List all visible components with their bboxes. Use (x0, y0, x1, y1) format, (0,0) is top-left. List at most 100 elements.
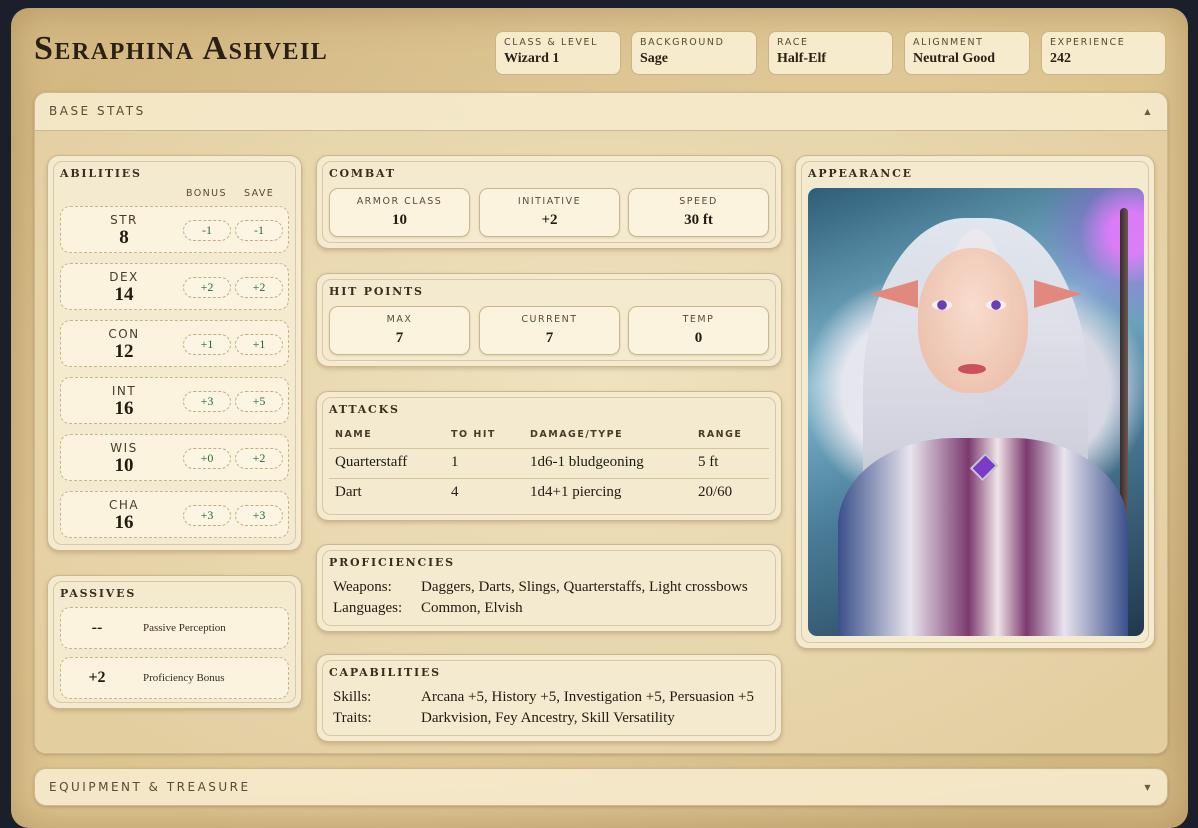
combat-title: Combat (329, 167, 396, 180)
equipment-header[interactable]: EQUIPMENT & TREASURE ▼ (35, 769, 1167, 805)
meta-race: Race Half-Elf (768, 31, 893, 75)
ability-score[interactable]: 14 (61, 284, 187, 306)
languages-value: Common, Elvish (421, 600, 523, 616)
ability-bonus: +1 (183, 334, 231, 355)
attacks-header-name: NAME (335, 429, 373, 440)
stat-value[interactable]: 0 (629, 330, 768, 347)
base-stats-section: BASE STATS ▲ Abilities BONUS SAVE STR 8 … (34, 92, 1168, 754)
ability-row-int: INT 16 +3 +5 (60, 377, 289, 424)
weapons-value: Daggers, Darts, Slings, Quarterstaffs, L… (421, 579, 748, 595)
stat-value[interactable]: 7 (480, 330, 619, 347)
appearance-title: Appearance (808, 167, 913, 180)
base-stats-header[interactable]: BASE STATS ▲ (35, 93, 1167, 129)
save-header: SAVE (244, 188, 275, 199)
ability-score[interactable]: 16 (61, 398, 187, 420)
portrait-right-eye (986, 300, 1006, 310)
attack-to-hit: 1 (451, 454, 459, 470)
ability-save: +2 (235, 277, 283, 298)
equipment-section[interactable]: EQUIPMENT & TREASURE ▼ (34, 768, 1168, 806)
ability-row-dex: DEX 14 +2 +2 (60, 263, 289, 310)
skills-value: Arcana +5, History +5, Investigation +5,… (421, 689, 754, 705)
stat-value: +2 (541, 212, 558, 228)
stat-value: 30 ft (684, 212, 713, 228)
hp-temp-box[interactable]: TEMP 0 (628, 306, 769, 355)
ability-score[interactable]: 12 (61, 341, 187, 363)
stat-label: TEMP (682, 314, 715, 325)
attacks-header-to-hit: TO HIT (451, 429, 496, 440)
attacks-card: Attacks NAME TO HIT DAMAGE/TYPE RANGE Qu… (316, 391, 782, 521)
portrait-lips (958, 364, 986, 374)
ability-row-cha: CHA 16 +3 +3 (60, 491, 289, 538)
combat-card: Combat ARMOR CLASS 10 INITIATIVE +2 SPEE… (316, 155, 782, 249)
proficiency-bonus-row: +2 Proficiency Bonus (60, 657, 289, 699)
meta-value: 242 (1050, 51, 1071, 66)
meta-experience: Experience 242 (1041, 31, 1166, 75)
ability-bonus: +0 (183, 448, 231, 469)
attack-damage: 1d4+1 piercing (530, 484, 622, 500)
section-title: EQUIPMENT & TREASURE (49, 780, 251, 794)
meta-label: Background (640, 37, 725, 48)
capabilities-title: Capabilities (329, 666, 441, 679)
ability-name: STR (110, 213, 138, 227)
meta-label: Race (777, 37, 809, 48)
capabilities-card: Capabilities Skills: Arcana +5, History … (316, 654, 782, 742)
traits-label: Traits: (333, 710, 372, 726)
proficiencies-card: Proficiencies Weapons: Daggers, Darts, S… (316, 544, 782, 632)
hit-points-title: Hit Points (329, 285, 424, 298)
bonus-header: BONUS (186, 188, 227, 199)
ability-save: +2 (235, 448, 283, 469)
ability-row-str: STR 8 -1 -1 (60, 206, 289, 253)
ability-name: DEX (109, 270, 139, 284)
portrait-right-ear (1034, 280, 1082, 308)
proficiencies-title: Proficiencies (329, 556, 455, 569)
weapons-label: Weapons: (333, 579, 392, 595)
ability-score[interactable]: 16 (61, 512, 187, 534)
attacks-header-range: RANGE (698, 429, 743, 440)
passive-value: +2 (88, 669, 106, 686)
abilities-card: Abilities BONUS SAVE STR 8 -1 -1 DEX 14 … (47, 155, 302, 551)
languages-label: Languages: (333, 600, 403, 616)
meta-value: Sage (640, 51, 668, 66)
attack-damage: 1d6-1 bludgeoning (530, 454, 644, 470)
collapse-caret-icon[interactable]: ▲ (1144, 107, 1153, 116)
stat-value: 7 (395, 330, 404, 346)
meta-value: Wizard 1 (504, 51, 560, 66)
ability-name: CHA (108, 498, 140, 512)
attack-range: 5 ft (698, 454, 719, 470)
meta-value: Half-Elf (777, 51, 826, 66)
passives-title: Passives (60, 587, 137, 600)
ability-row-wis: WIS 10 +0 +2 (60, 434, 289, 481)
stat-label: MAX (386, 314, 413, 325)
meta-label: Alignment (913, 37, 984, 48)
passive-label: Passive Perception (143, 622, 226, 634)
portrait-left-eye (932, 300, 952, 310)
abilities-title: Abilities (60, 167, 142, 180)
meta-background: Background Sage (631, 31, 757, 75)
traits-value: Darkvision, Fey Ancestry, Skill Versatil… (421, 710, 675, 726)
passive-label: Proficiency Bonus (143, 672, 225, 684)
attack-name: Dart (335, 484, 362, 500)
character-name: Seraphina Ashveil (34, 30, 329, 67)
ability-score[interactable]: 8 (61, 227, 187, 249)
stat-value: 10 (392, 212, 407, 228)
character-portrait[interactable] (808, 188, 1144, 636)
attack-to-hit: 4 (451, 484, 459, 500)
table-divider (329, 478, 769, 479)
hp-current-box[interactable]: CURRENT 7 (479, 306, 620, 355)
passive-perception-row: -- Passive Perception (60, 607, 289, 649)
ability-save: +5 (235, 391, 283, 412)
stat-label: CURRENT (521, 314, 578, 325)
ability-bonus: +3 (183, 391, 231, 412)
base-stats-body: Abilities BONUS SAVE STR 8 -1 -1 DEX 14 … (35, 130, 1167, 753)
meta-alignment: Alignment Neutral Good (904, 31, 1030, 75)
ability-save: +3 (235, 505, 283, 526)
initiative-box: INITIATIVE +2 (479, 188, 620, 237)
attack-name: Quarterstaff (335, 454, 408, 470)
expand-caret-icon[interactable]: ▼ (1144, 783, 1153, 792)
stat-label: ARMOR CLASS (356, 196, 443, 207)
meta-label: Experience (1050, 37, 1126, 48)
ability-save: +1 (235, 334, 283, 355)
ability-bonus: +2 (183, 277, 231, 298)
ability-score[interactable]: 10 (61, 455, 187, 477)
character-sheet: Seraphina Ashveil Class & Level Wizard 1… (11, 8, 1188, 828)
